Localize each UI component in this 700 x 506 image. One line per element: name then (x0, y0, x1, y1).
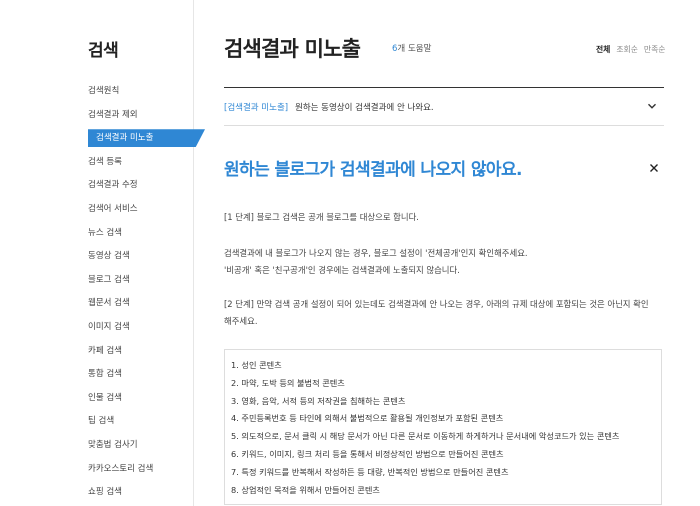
sidebar-item-blog[interactable]: 블로그 검색 (0, 269, 205, 293)
sort-options: 전체 조회순 만족순 (596, 44, 671, 55)
list-item: 3. 영화, 음악, 서적 등의 저작권을 침해하는 콘텐츠 (231, 395, 406, 406)
page-title: 검색결과 미노출 (224, 37, 361, 61)
sidebar-item-image[interactable]: 이미지 검색 (0, 316, 205, 340)
list-item: 5. 의도적으로, 문서 클릭 시 해당 문서가 아닌 다른 문서로 이동하게 … (231, 431, 620, 442)
answer-step-2-line-1: [2 단계] 만약 검색 공개 설정이 되어 있는데도 검색결과에 안 나오는 … (224, 299, 649, 309)
sidebar-item-modify[interactable]: 검색결과 수정 (0, 174, 205, 198)
close-icon[interactable] (648, 162, 660, 174)
list-item: 4. 주민등록번호 등 타인에 의해서 불법적으로 활용될 개인정보가 포함된 … (231, 413, 504, 424)
list-item: 8. 상업적인 목적을 위해서 만들어진 콘텐츠 (231, 484, 380, 495)
sidebar-item-people[interactable]: 인물 검색 (0, 387, 205, 411)
answer-title: 원하는 블로그가 검색결과에 나오지 않아요. (224, 160, 522, 180)
answer-step-2-line-2: 해주세요. (224, 316, 258, 326)
list-item: 1. 성인 콘텐츠 (231, 360, 282, 370)
faq-accordion-item[interactable]: [검색결과 미노출] 원하는 동영상이 검색결과에 안 나와요. (224, 87, 664, 126)
sidebar-item-integrated[interactable]: 통합 검색 (0, 363, 205, 387)
faq-category: [검색결과 미노출] (224, 103, 289, 113)
answer-public-note-line-1: 검색결과에 내 블로그가 나오지 않는 경우, 블로그 설정이 '전체공개'인지… (224, 248, 528, 258)
list-item: 6. 키워드, 이미지, 링크 처리 등을 통해서 비정상적인 방법으로 만들어… (231, 448, 504, 459)
faq-question: 원하는 동영상이 검색결과에 안 나와요. (295, 103, 434, 113)
sort-all[interactable]: 전체 (596, 45, 610, 54)
list-item: 2. 마약, 도박 등의 불법적 콘텐츠 (231, 377, 345, 388)
restriction-list: 1. 성인 콘텐츠 2. 마약, 도박 등의 불법적 콘텐츠 3. 영화, 음악… (224, 349, 662, 505)
sidebar-item-shopping[interactable]: 쇼핑 검색 (0, 481, 205, 505)
sidebar-item-registration[interactable]: 검색 등록 (0, 151, 205, 175)
sidebar-item-exclusion[interactable]: 검색결과 제외 (0, 104, 205, 128)
answer-public-note-line-2: '비공개' 혹은 '친구공개'인 경우에는 검색결과에 노출되지 않습니다. (224, 265, 460, 275)
help-count-suffix: 개 도움말 (397, 44, 432, 54)
chevron-down-icon[interactable] (646, 100, 658, 112)
sidebar-item-cafe[interactable]: 카페 검색 (0, 340, 205, 364)
sidebar: 검색 검색원칙 검색결과 제외 검색결과 미노출 검색 등록 검색결과 수정 검… (0, 0, 194, 506)
sidebar-item-kakaostory[interactable]: 카카오스토리 검색 (0, 458, 205, 482)
sidebar-item-principles[interactable]: 검색원칙 (0, 80, 205, 104)
sidebar-item-news[interactable]: 뉴스 검색 (0, 222, 205, 246)
sidebar-item-spellcheck[interactable]: 맞춤법 검사기 (0, 434, 205, 458)
sidebar-item-tip[interactable]: 팁 검색 (0, 410, 205, 434)
sidebar-item-video[interactable]: 동영상 검색 (0, 245, 205, 269)
sidebar-nav: 검색원칙 검색결과 제외 검색결과 미노출 검색 등록 검색결과 수정 검색어 … (0, 80, 205, 505)
sidebar-title: 검색 (88, 41, 119, 61)
answer-step-2: [2 단계] 만약 검색 공개 설정이 되어 있는데도 검색결과에 안 나오는 … (224, 296, 664, 330)
sort-satisfaction[interactable]: 만족순 (644, 45, 666, 54)
answer-step-1: [1 단계] 블로그 검색은 공개 블로그를 대상으로 합니다. (224, 212, 419, 222)
sidebar-item-web[interactable]: 웹문서 검색 (0, 292, 205, 316)
help-count: 6개 도움말 (392, 42, 431, 54)
sidebar-item-not-shown[interactable]: 검색결과 미노출 (0, 127, 205, 151)
answer-public-note: 검색결과에 내 블로그가 나오지 않는 경우, 블로그 설정이 '전체공개'인지… (224, 245, 664, 279)
list-item: 7. 특정 키워드를 반복해서 작성하든 등 대량, 반복적인 방법으로 만들어… (231, 466, 509, 477)
sort-views[interactable]: 조회순 (616, 45, 638, 54)
sidebar-item-keyword-service[interactable]: 검색어 서비스 (0, 198, 205, 222)
